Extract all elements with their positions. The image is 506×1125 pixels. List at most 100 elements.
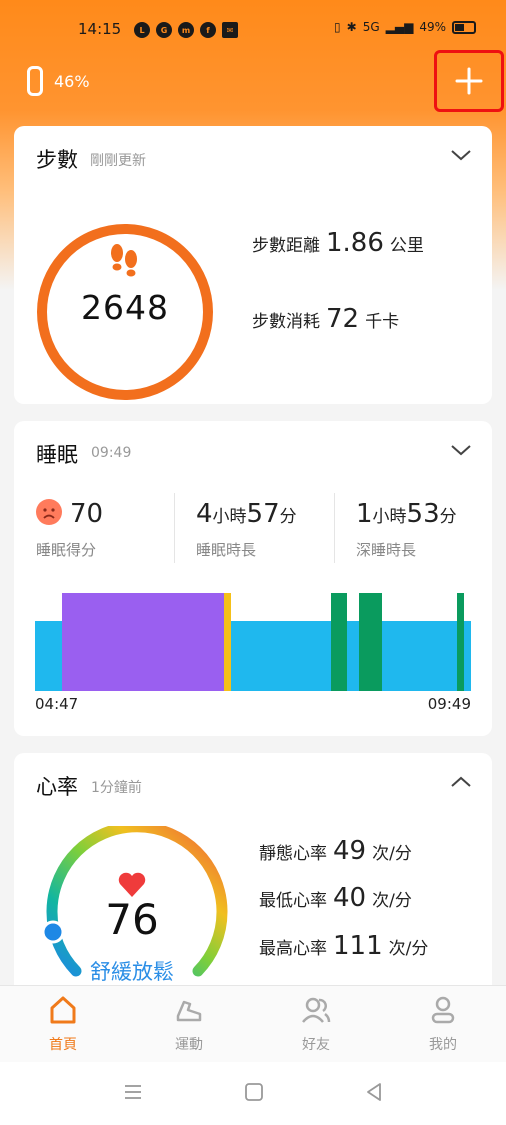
heart-rate-status: 舒緩放鬆 <box>90 960 174 984</box>
duration-hours: 4 <box>196 499 213 529</box>
distance-value: 1.86 <box>326 228 384 258</box>
deep-minutes: 53 <box>406 499 440 529</box>
minutes-unit: 分 <box>279 507 297 527</box>
deep-hours: 1 <box>356 499 373 529</box>
battery-icon <box>452 20 476 34</box>
deep-sleep-segment <box>62 593 224 691</box>
system-navigation-bar <box>0 1062 506 1125</box>
deep-sleep-label: 深睡時長 <box>356 541 417 559</box>
friends-icon <box>302 997 331 1023</box>
add-button[interactable] <box>434 50 504 112</box>
home-square-icon[interactable] <box>244 1082 264 1102</box>
sleep-score: 70 <box>36 499 103 529</box>
sleep-title: 睡眠 <box>36 443 78 467</box>
menu-icon[interactable] <box>123 1082 143 1102</box>
deep-minutes-unit: 分 <box>439 507 457 527</box>
chevron-up-icon[interactable] <box>450 775 472 789</box>
heart-rate-card[interactable]: 心率 1分鐘前 76 舒緩放鬆 靜態心率 49 次/分 最低心率 40 次/分 … <box>14 753 492 1013</box>
max-unit: 次/分 <box>388 939 429 959</box>
back-icon[interactable] <box>364 1082 384 1102</box>
distance-unit: 公里 <box>389 236 424 256</box>
app-header: 46% <box>0 50 506 112</box>
sad-face-icon <box>36 499 62 525</box>
mail-icon: ✉ <box>222 22 238 38</box>
divider <box>334 493 335 563</box>
sleep-card[interactable]: 睡眠 09:49 70 睡眠得分 4小時57分 睡眠時長 1小時53分 深睡時長 <box>14 421 492 736</box>
footprints-icon <box>111 244 137 277</box>
chevron-down-icon[interactable] <box>450 148 472 162</box>
line-icon: L <box>134 22 150 38</box>
max-label: 最高心率 <box>259 939 327 959</box>
min-unit: 次/分 <box>372 891 412 911</box>
band-battery: 46% <box>54 72 90 91</box>
steps-calories: 步數消耗 72 千卡 <box>252 304 399 334</box>
game-icon: G <box>156 22 172 38</box>
min-label: 最低心率 <box>259 891 327 911</box>
resting-value: 49 <box>333 836 367 866</box>
nav-friends-label: 好友 <box>302 1037 330 1053</box>
light-sleep-segment <box>382 621 457 691</box>
light-sleep-segment <box>231 621 331 691</box>
distance-label: 步數距離 <box>252 236 320 256</box>
duration-minutes: 57 <box>246 499 280 529</box>
light-sleep-segment <box>347 621 359 691</box>
awake-segment <box>224 593 231 691</box>
rem-sleep-segment <box>457 593 464 691</box>
calories-unit: 千卡 <box>365 312 400 332</box>
nav-friends[interactable]: 好友 <box>276 994 356 1054</box>
sleep-score-label: 睡眠得分 <box>36 541 97 559</box>
steps-distance: 步數距離 1.86 公里 <box>252 228 424 258</box>
sleep-time: 09:49 <box>91 445 132 461</box>
nav-home[interactable]: 首頁 <box>23 994 103 1054</box>
nav-profile-label: 我的 <box>429 1037 457 1053</box>
min-value: 40 <box>333 883 367 913</box>
steps-card[interactable]: 步數 剛剛更新 2648 步數距離 1.86 公里 步數消耗 72 千卡 <box>14 126 492 404</box>
profile-icon <box>431 996 455 1024</box>
resting-unit: 次/分 <box>372 844 412 864</box>
chevron-down-icon[interactable] <box>450 443 472 457</box>
plus-icon <box>455 67 483 95</box>
nav-exercise-label: 運動 <box>175 1037 203 1053</box>
sleep-start-time: 04:47 <box>35 695 79 713</box>
status-time: 14:15 <box>78 20 122 38</box>
hours-unit: 小時 <box>212 507 247 527</box>
light-sleep-segment <box>35 621 62 691</box>
shoe-icon <box>176 1000 202 1022</box>
deep-sleep-duration: 1小時53分 <box>356 499 457 529</box>
signal-icon: ▂▄▆ <box>385 20 414 34</box>
calories-label: 步數消耗 <box>252 312 320 332</box>
network-label: 5G <box>362 20 380 34</box>
messenger-icon: m <box>178 22 194 38</box>
nav-profile[interactable]: 我的 <box>403 994 483 1054</box>
calories-value: 72 <box>326 304 360 334</box>
rem-sleep-segment <box>359 593 382 691</box>
deep-hours-unit: 小時 <box>372 507 407 527</box>
bluetooth-icon: ✱ <box>346 20 357 34</box>
light-sleep-segment <box>464 621 471 691</box>
home-icon <box>50 996 76 1024</box>
resting-label: 靜態心率 <box>259 844 327 864</box>
resting-heart-rate: 靜態心率 49 次/分 <box>259 836 412 866</box>
battery-percentage: 49% <box>419 20 446 34</box>
sleep-duration-label: 睡眠時長 <box>196 541 257 559</box>
steps-updated: 剛剛更新 <box>90 153 146 169</box>
nav-exercise[interactable]: 運動 <box>149 994 229 1054</box>
sleep-stage-chart[interactable] <box>35 591 471 691</box>
nav-home-label: 首頁 <box>49 1037 77 1053</box>
sleep-duration: 4小時57分 <box>196 499 297 529</box>
heart-rate-value: 76 <box>105 895 159 944</box>
min-heart-rate: 最低心率 40 次/分 <box>259 883 412 913</box>
status-bar: 14:15 L G m f ✉ ▯ ✱ 5G ▂▄▆ 49% <box>0 0 506 60</box>
heart-rate-title: 心率 <box>36 775 78 799</box>
system-status: ▯ ✱ 5G ▂▄▆ 49% <box>334 20 476 34</box>
heart-rate-updated: 1分鐘前 <box>91 780 142 796</box>
sleep-score-value: 70 <box>70 499 104 529</box>
max-value: 111 <box>333 931 383 961</box>
bottom-navigation: 首頁 運動 好友 我的 <box>0 985 506 1062</box>
max-heart-rate: 最高心率 111 次/分 <box>259 931 428 961</box>
vibrate-icon: ▯ <box>334 20 341 34</box>
steps-count: 2648 <box>81 288 169 327</box>
rem-sleep-segment <box>331 593 347 691</box>
sleep-end-time: 09:49 <box>427 695 471 713</box>
notification-icons: L G m f ✉ <box>134 22 238 38</box>
